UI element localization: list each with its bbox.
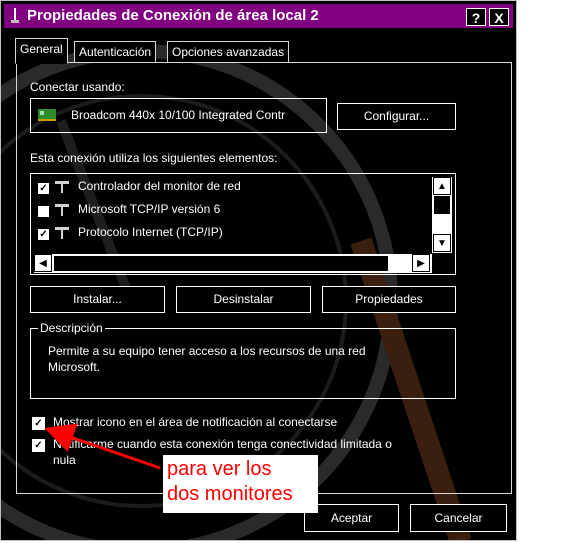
annotation-line1: para ver los <box>167 458 272 480</box>
annotation-line2: dos monitores <box>167 483 293 505</box>
annotation-note: para ver los dos monitores <box>163 455 318 513</box>
